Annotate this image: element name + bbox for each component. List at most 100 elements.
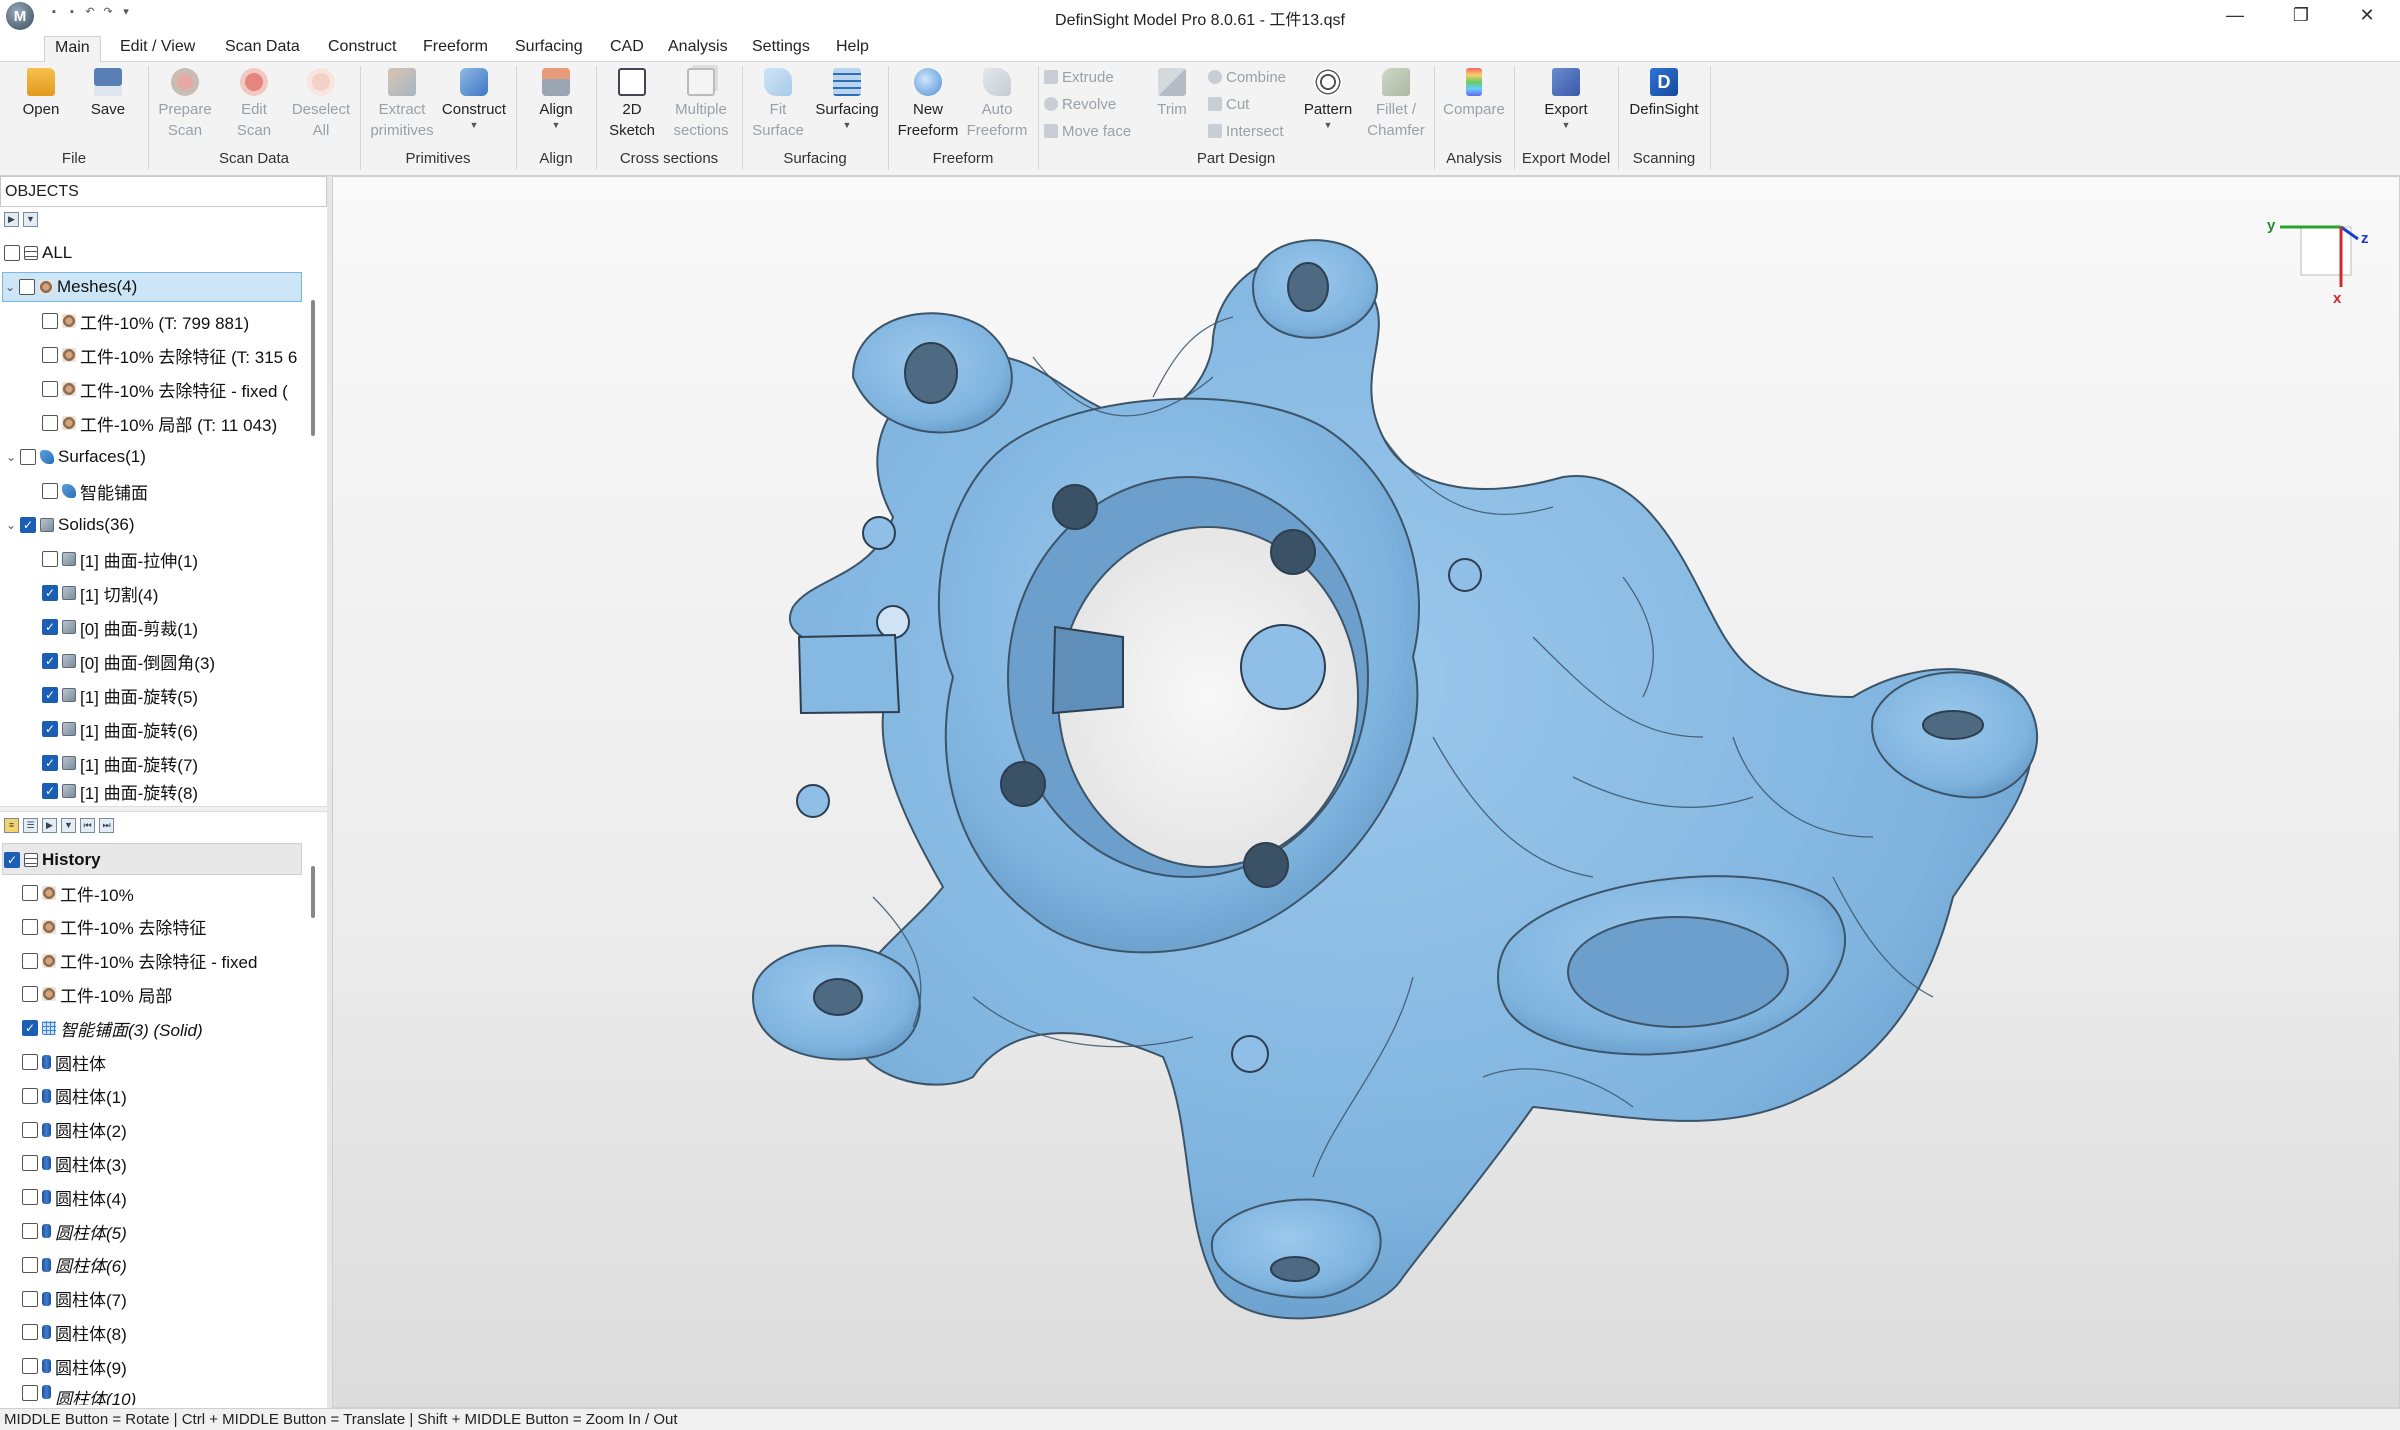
tree-item-mesh[interactable]: 工件-10% 局部 (T: 11 043) (42, 408, 277, 438)
tab-surfacing[interactable]: Surfacing (505, 36, 593, 62)
close-icon[interactable]: ✕ (2334, 0, 2400, 30)
checkbox[interactable] (22, 1290, 38, 1307)
history-scrollbar[interactable] (311, 866, 315, 918)
export-button[interactable]: Export ▼ (1532, 66, 1600, 130)
history-item[interactable]: 圆柱体(6) (22, 1250, 127, 1280)
checkbox-checked[interactable]: ✓ (42, 721, 58, 737)
checkbox[interactable] (19, 279, 35, 295)
history-item[interactable]: 圆柱体(8) (22, 1317, 127, 1347)
revolve-button[interactable]: Revolve (1044, 96, 1116, 113)
checkbox-checked[interactable]: ✓ (22, 1020, 38, 1037)
checkbox[interactable] (42, 551, 58, 567)
new-freeform-button[interactable]: New Freeform (892, 66, 964, 141)
tree-item-history[interactable]: ✓ History (4, 845, 101, 875)
compare-button[interactable]: Compare (1440, 66, 1508, 120)
tree-item-mesh[interactable]: 工件-10% 去除特征 - fixed ( (42, 374, 302, 404)
tree-item-mesh[interactable]: 工件-10% (T: 799 881) (42, 306, 249, 336)
checkbox[interactable] (22, 918, 38, 935)
panel-splitter[interactable] (0, 806, 327, 812)
history-item[interactable]: 圆柱体(7) (22, 1284, 127, 1314)
save-button[interactable]: Save (84, 66, 132, 120)
checkbox[interactable] (42, 347, 58, 363)
tab-help[interactable]: Help (826, 36, 879, 62)
checkbox-checked[interactable]: ✓ (42, 783, 58, 799)
expand-all-icon[interactable]: ▶ (4, 212, 19, 227)
tab-settings[interactable]: Settings (742, 36, 820, 62)
checkbox[interactable] (22, 1121, 38, 1138)
fit-surface-button[interactable]: Fit Surface (748, 66, 808, 141)
history-item[interactable]: 圆柱体(1) (22, 1081, 127, 1111)
history-item[interactable]: 圆柱体(5) (22, 1216, 127, 1246)
checkbox[interactable] (22, 1054, 38, 1070)
tree-item-solid[interactable]: [1] 曲面-拉伸(1) (42, 544, 198, 574)
tree-item-solids[interactable]: ⌄ ✓ Solids(36) (4, 510, 135, 540)
knuckle-model[interactable]: y z x (333, 177, 2400, 1408)
history-item[interactable]: 圆柱体(2) (22, 1115, 127, 1145)
checkbox[interactable] (22, 1358, 38, 1375)
tab-freeform[interactable]: Freeform (413, 36, 498, 62)
pattern-button[interactable]: Pattern ▼ (1298, 66, 1358, 130)
tab-edit-view[interactable]: Edit / View (110, 36, 205, 62)
history-item[interactable]: 工件-10% 去除特征 - fixed (22, 946, 257, 976)
tab-cad[interactable]: CAD (600, 36, 654, 62)
history-item[interactable]: 工件-10% 去除特征 (22, 912, 206, 942)
checkbox[interactable] (22, 1155, 38, 1172)
history-item[interactable]: ✓ 智能铺面(3) (Solid) (22, 1013, 203, 1043)
tree-item-solid[interactable]: ✓ [1] 切割(4) (42, 578, 158, 608)
filter-icon[interactable]: ▼ (23, 212, 38, 227)
list-view-icon[interactable]: ≡ (4, 818, 19, 833)
3d-viewport[interactable]: y z x (332, 176, 2400, 1408)
edit-scan-button[interactable]: Edit Scan (222, 66, 286, 141)
checkbox[interactable] (22, 885, 38, 901)
expand-all-icon[interactable]: ▶ (42, 818, 57, 833)
intersect-button[interactable]: Intersect (1208, 123, 1284, 140)
checkbox[interactable] (42, 483, 58, 499)
history-item[interactable]: 工件-10% 局部 (22, 979, 172, 1009)
history-item[interactable]: 圆柱体 (22, 1047, 106, 1077)
multiple-sections-button[interactable]: Multiple sections (664, 66, 738, 141)
tab-scan-data[interactable]: Scan Data (215, 36, 310, 62)
definsight-button[interactable]: D DefinSight (1622, 66, 1706, 120)
checkbox[interactable] (42, 313, 58, 329)
checkbox[interactable] (22, 1256, 38, 1273)
history-item[interactable]: 工件-10% (22, 878, 134, 908)
checkbox[interactable] (22, 1324, 38, 1341)
checkbox-checked[interactable]: ✓ (42, 619, 58, 635)
history-item[interactable]: 圆柱体(3) (22, 1148, 127, 1178)
chevron-down-icon[interactable]: ⌄ (4, 518, 18, 532)
surfacing-button[interactable]: Surfacing ▼ (810, 66, 884, 130)
objects-scrollbar[interactable] (311, 300, 315, 436)
tree-item-surfaces[interactable]: ⌄ Surfaces(1) (4, 442, 146, 472)
go-last-icon[interactable]: ⏭ (99, 818, 114, 833)
go-first-icon[interactable]: ⏮ (80, 818, 95, 833)
chevron-down-icon[interactable]: ⌄ (3, 280, 17, 294)
move-face-button[interactable]: Move face (1044, 123, 1131, 140)
checkbox-checked[interactable]: ✓ (42, 755, 58, 771)
history-item[interactable]: 圆柱体(4) (22, 1182, 127, 1212)
tree-item-solid[interactable]: ✓ [1] 曲面-旋转(8) (42, 778, 198, 804)
sketch-2d-button[interactable]: 2D Sketch (604, 66, 660, 141)
extrude-button[interactable]: Extrude (1044, 69, 1114, 86)
tree-item-meshes[interactable]: ⌄ Meshes(4) (2, 272, 302, 302)
checkbox[interactable] (22, 952, 38, 969)
history-item[interactable]: 圆柱体(10) (22, 1385, 136, 1405)
tree-item-solid[interactable]: ✓ [0] 曲面-剪裁(1) (42, 612, 198, 642)
tree-item-surface[interactable]: 智能铺面 (42, 476, 148, 506)
cut-button[interactable]: Cut (1208, 96, 1249, 113)
checkbox-checked[interactable]: ✓ (42, 687, 58, 703)
tree-item-all[interactable]: ALL (4, 238, 72, 268)
checkbox-checked[interactable]: ✓ (42, 585, 58, 601)
tree-item-mesh[interactable]: 工件-10% 去除特征 (T: 315 6 (42, 340, 302, 370)
checkbox[interactable] (22, 1223, 38, 1239)
auto-freeform-button[interactable]: Auto Freeform (960, 66, 1034, 141)
checkbox[interactable] (22, 1189, 38, 1206)
trim-button[interactable]: Trim (1150, 66, 1194, 120)
checkbox-checked[interactable]: ✓ (4, 852, 20, 868)
minimize-icon[interactable]: — (2202, 0, 2268, 30)
checkbox-checked[interactable]: ✓ (20, 517, 36, 533)
tab-analysis[interactable]: Analysis (658, 36, 738, 62)
checkbox[interactable] (4, 245, 20, 261)
checkbox[interactable] (22, 1385, 38, 1401)
checkbox[interactable] (22, 1087, 38, 1104)
restore-icon[interactable]: ❐ (2268, 0, 2334, 30)
